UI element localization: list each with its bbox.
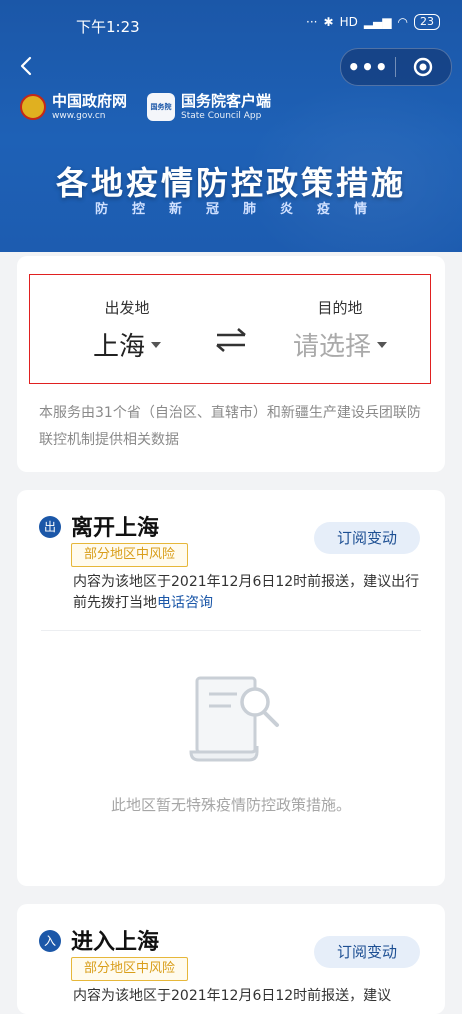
- enter-notice: 内容为该地区于2021年12月6日12时前报送，建议: [73, 988, 392, 1004]
- gov-site-url: www.gov.cn: [52, 111, 106, 121]
- caret-down-icon: [151, 341, 161, 348]
- empty-policy-text: 此地区暂无特殊疫情防控政策措施。: [110, 796, 351, 814]
- close-target-button[interactable]: [396, 57, 450, 77]
- destination-picker[interactable]: 目的地 请选择: [280, 297, 400, 363]
- departure-picker[interactable]: 出发地 上海: [72, 297, 182, 363]
- departure-label: 出发地: [104, 299, 150, 317]
- status-time: 下午1:23: [76, 18, 140, 36]
- caret-down-icon: [377, 341, 387, 348]
- mini-program-capsule: •••: [340, 48, 452, 86]
- destination-label: 目的地: [317, 299, 363, 317]
- leave-title: 离开上海: [71, 516, 160, 541]
- enter-subscribe-button[interactable]: 订阅变动: [314, 936, 420, 968]
- cellular-signal-icon: ▂▄▆: [363, 15, 392, 29]
- data-source-note: 本服务由31个省（自治区、直辖市）和新疆生产建设兵团联防联控机制提供相关数据: [39, 405, 421, 448]
- departure-value: 上海: [92, 332, 145, 362]
- app-name: 国务院客户端: [181, 92, 272, 110]
- leave-subscribe-button[interactable]: 订阅变动: [314, 522, 420, 554]
- header-banner: 下午1:23 ··· ✱ HD ▂▄▆ ◠ 23 ••• 中国政府网 www.g…: [0, 0, 462, 252]
- route-selector-highlight: 出发地 上海 目的地 请选择: [29, 274, 431, 384]
- wifi-icon: ◠: [397, 15, 408, 29]
- more-dots-icon: ···: [306, 15, 318, 29]
- route-selector-card: 出发地 上海 目的地 请选择 本服务由31个省（自治区、直辖市）和新疆生产建设兵…: [17, 256, 445, 472]
- leave-policy-card: 出 离开上海 部分地区中风险 订阅变动 内容为该地区于2021年12月6日12时…: [17, 490, 445, 886]
- state-council-app-icon: 国务院: [147, 93, 176, 121]
- phone-consult-link[interactable]: 电话咨询: [157, 595, 213, 611]
- enter-badge-icon: 入: [39, 930, 61, 952]
- leave-risk-tag: 部分地区中风险: [71, 543, 189, 567]
- enter-policy-card: 入 进入上海 部分地区中风险 订阅变动 内容为该地区于2021年12月6日12时…: [17, 904, 445, 1014]
- more-menu-icon[interactable]: •••: [341, 49, 395, 85]
- status-icons: ··· ✱ HD ▂▄▆ ◠ 23: [306, 14, 440, 30]
- back-arrow-icon[interactable]: [18, 56, 38, 76]
- enter-title: 进入上海: [71, 930, 160, 955]
- leave-notice: 内容为该地区于2021年12月6日12时前报送，建议出行前先拨打当地电话咨询: [73, 572, 423, 614]
- hd-signal-icon: HD: [339, 15, 358, 29]
- national-emblem-icon: [20, 94, 46, 120]
- leave-notice-text: 内容为该地区于2021年12月6日12时前报送，建议出行前先拨打当地: [73, 574, 420, 611]
- gov-logo-text: 中国政府网 www.gov.cn: [52, 92, 127, 122]
- target-icon: [413, 57, 433, 77]
- leave-badge-icon: 出: [39, 516, 61, 538]
- gov-site-name: 中国政府网: [52, 92, 128, 110]
- empty-document-icon: [189, 676, 279, 762]
- swap-icon[interactable]: [214, 327, 248, 353]
- enter-risk-tag: 部分地区中风险: [71, 957, 189, 981]
- battery-icon: 23: [414, 14, 440, 30]
- bluetooth-icon: ✱: [323, 15, 334, 29]
- divider: [41, 630, 421, 631]
- app-name-en: State Council App: [181, 111, 262, 121]
- status-bar: 下午1:23 ··· ✱ HD ▂▄▆ ◠ 23: [0, 0, 462, 48]
- page-subtitle: 防控新冠肺炎疫情: [94, 202, 391, 217]
- app-logo-text: 国务院客户端 State Council App: [181, 92, 271, 122]
- logo-row: 中国政府网 www.gov.cn 国务院 国务院客户端 State Counci…: [20, 92, 271, 122]
- destination-placeholder: 请选择: [292, 332, 371, 362]
